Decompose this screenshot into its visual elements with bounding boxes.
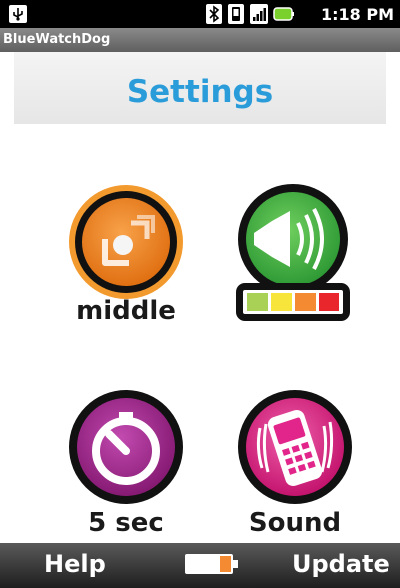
volume-level-bar [247, 293, 339, 311]
app-title-bar: BlueWatchDog [0, 28, 400, 52]
distance-setting-button[interactable] [67, 183, 185, 301]
bluetooth-icon [206, 4, 222, 24]
page-title: Settings [126, 74, 274, 110]
alert-setting-button[interactable] [236, 388, 354, 506]
volume-level-segment [319, 293, 339, 311]
signal-icon [250, 4, 268, 24]
timer-label: 5 sec [88, 508, 164, 538]
timer-setting-button[interactable] [67, 388, 185, 506]
usb-icon [9, 5, 27, 23]
battery-icon [273, 7, 294, 21]
app-title: BlueWatchDog [3, 32, 111, 47]
bottom-bar: Help Update [0, 543, 400, 588]
page-header: Settings [14, 52, 386, 124]
vibrate-icon [228, 4, 244, 24]
volume-level-segment [271, 293, 292, 311]
update-button[interactable]: Update [292, 550, 390, 578]
volume-level-segment [295, 293, 316, 311]
alert-label: Sound [248, 508, 342, 538]
distance-icon [69, 185, 183, 299]
battery-icon [185, 554, 238, 574]
volume-level-segment [247, 293, 268, 311]
status-bar: 1:18 PM [0, 0, 400, 28]
status-time: 1:18 PM [320, 5, 394, 24]
distance-label: middle [76, 296, 176, 326]
phone-icon [238, 390, 352, 504]
volume-setting-button[interactable] [232, 181, 354, 325]
stopwatch-icon [69, 390, 183, 504]
help-button[interactable]: Help [44, 550, 106, 578]
